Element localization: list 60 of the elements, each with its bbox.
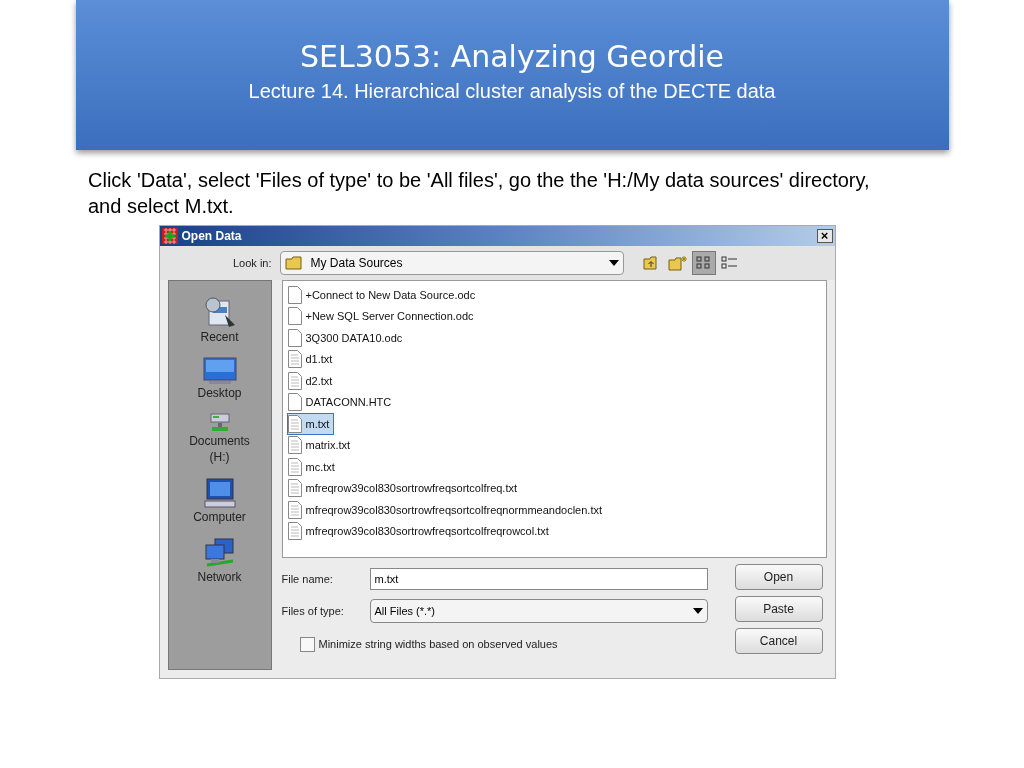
file-item[interactable]: DATACONN.HTC — [286, 391, 397, 413]
places-item[interactable]: Documents (H:) — [174, 413, 265, 465]
file-item[interactable]: mc.txt — [286, 456, 340, 478]
text-file-icon — [287, 350, 302, 369]
file-item[interactable]: d2.txt — [286, 370, 338, 392]
document-icon — [287, 285, 302, 304]
file-type-dropdown[interactable]: All Files (*.*) — [369, 599, 708, 623]
dialog-button[interactable]: Paste — [734, 596, 823, 622]
text-file-icon — [287, 522, 302, 541]
computer-icon — [202, 477, 237, 509]
dialog-button[interactable]: Open — [734, 564, 823, 590]
file-item[interactable]: +New SQL Server Connection.odc — [286, 305, 479, 327]
file-item[interactable]: 3Q300 DATA10.odc — [286, 327, 408, 349]
checkbox[interactable] — [299, 636, 315, 652]
text-file-icon — [287, 371, 302, 390]
file-item[interactable]: +Connect to New Data Source.odc — [286, 284, 481, 306]
look-in-label: Look in: — [231, 255, 272, 271]
file-type-label: Files of type: — [281, 603, 345, 619]
places-item[interactable]: Desktop — [174, 357, 265, 401]
look-in-value: My Data Sources — [310, 255, 404, 272]
folder-icon — [284, 256, 303, 270]
list-view-icon — [695, 256, 712, 270]
close-button[interactable]: × — [816, 229, 833, 243]
dropdown-caret-icon — [692, 608, 703, 614]
dropdown-caret-icon — [608, 260, 619, 266]
file-name-field[interactable]: m.txt — [369, 568, 708, 590]
file-name-label: File name: — [281, 571, 334, 587]
text-file-icon — [287, 457, 302, 476]
dialog-title: Open Data — [181, 228, 243, 245]
network-drive-icon — [207, 413, 232, 433]
checkbox-label: Minimize string widths based on observed values — [318, 637, 558, 652]
app-icon — [161, 228, 178, 244]
text-file-icon — [287, 436, 302, 455]
toolbar-button[interactable] — [691, 251, 716, 275]
monitor-icon — [202, 357, 237, 385]
look-in-dropdown[interactable]: My Data Sources — [279, 251, 624, 275]
text-file-icon — [287, 479, 302, 498]
slide-subtitle: Lecture 14. Hierarchical cluster analysis of the DECTE data — [248, 79, 776, 105]
document-icon — [287, 328, 302, 347]
instruction-text: Click 'Data', select 'Files of type' to be 'All files', go the the 'H:/My data sources' directory, and select M.txt. — [88, 168, 871, 219]
file-item[interactable]: matrix.txt — [286, 434, 356, 456]
places-item[interactable]: Network — [174, 537, 265, 585]
file-item[interactable]: mfreqrow39col830sortrowfreqsortcolfreqrowcol.txt — [286, 520, 554, 542]
document-icon — [287, 307, 302, 326]
details-view-icon — [720, 256, 739, 270]
new-folder-icon — [667, 255, 688, 271]
file-type-value: All Files (*.*) — [374, 603, 436, 619]
slide-title: SEL3053: Analyzing Geordie — [299, 37, 725, 76]
places-item[interactable]: Computer — [174, 477, 265, 525]
file-item[interactable]: mfreqrow39col830sortrowfreqsortcolfreqnormmeandoclen.txt — [286, 499, 608, 521]
clock-document-icon — [202, 297, 237, 329]
file-item[interactable]: d1.txt — [286, 348, 338, 370]
network-computers-icon — [202, 537, 237, 569]
places-item[interactable]: Recent — [174, 297, 265, 345]
file-item[interactable]: mfreqrow39col830sortrowfreqsortcolfreq.txt — [286, 477, 523, 499]
file-item[interactable]: m.txt — [286, 413, 335, 435]
text-file-icon — [287, 500, 302, 519]
dialog-button[interactable]: Cancel — [734, 628, 823, 654]
text-file-icon — [287, 414, 302, 433]
document-icon — [287, 393, 302, 412]
